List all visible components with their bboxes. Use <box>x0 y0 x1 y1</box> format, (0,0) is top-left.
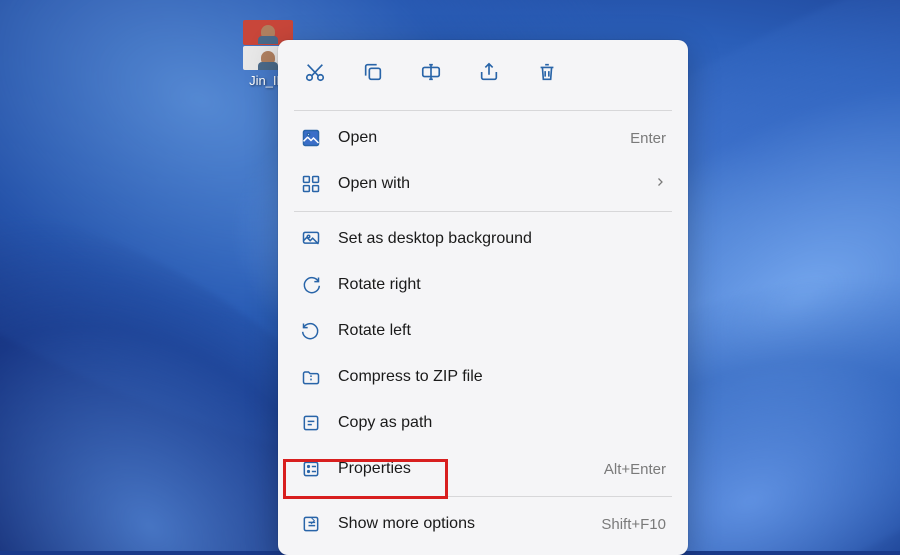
menu-item-properties[interactable]: Properties Alt+Enter <box>286 446 680 492</box>
menu-item-hint: Enter <box>630 130 666 147</box>
share-icon <box>478 61 500 88</box>
share-button[interactable] <box>464 52 514 96</box>
menu-item-label: Set as desktop background <box>338 230 666 248</box>
delete-button[interactable] <box>522 52 572 96</box>
menu-item-label: Rotate left <box>338 322 666 340</box>
rotate-right-icon <box>300 274 322 296</box>
open-with-icon <box>300 173 322 195</box>
menu-item-label: Open with <box>338 175 654 193</box>
copy-button[interactable] <box>348 52 398 96</box>
rename-button[interactable] <box>406 52 456 96</box>
menu-item-label: Rotate right <box>338 276 666 294</box>
open-image-icon <box>300 127 322 149</box>
menu-item-set-background[interactable]: Set as desktop background <box>286 216 680 262</box>
menu-separator <box>294 110 672 111</box>
set-background-icon <box>300 228 322 250</box>
menu-item-label: Show more options <box>338 515 601 533</box>
menu-separator <box>294 211 672 212</box>
menu-item-open-with[interactable]: Open with <box>286 161 680 207</box>
copy-icon <box>362 61 384 88</box>
chevron-right-icon <box>654 175 666 193</box>
context-menu: Open Enter Open with Set as desktop back… <box>278 40 688 555</box>
menu-item-rotate-left[interactable]: Rotate left <box>286 308 680 354</box>
menu-item-compress[interactable]: Compress to ZIP file <box>286 354 680 400</box>
menu-item-hint: Shift+F10 <box>601 516 666 533</box>
context-menu-toolbar <box>286 48 680 106</box>
menu-item-label: Compress to ZIP file <box>338 368 666 386</box>
menu-item-copy-path[interactable]: Copy as path <box>286 400 680 446</box>
menu-item-open[interactable]: Open Enter <box>286 115 680 161</box>
compress-icon <box>300 366 322 388</box>
menu-item-label: Open <box>338 129 630 147</box>
rename-icon <box>420 61 442 88</box>
rotate-left-icon <box>300 320 322 342</box>
more-options-icon <box>300 513 322 535</box>
cut-button[interactable] <box>290 52 340 96</box>
menu-item-hint: Alt+Enter <box>604 461 666 478</box>
menu-separator <box>294 496 672 497</box>
menu-item-more-options[interactable]: Show more options Shift+F10 <box>286 501 680 547</box>
copy-path-icon <box>300 412 322 434</box>
menu-item-label: Copy as path <box>338 414 666 432</box>
delete-icon <box>536 61 558 88</box>
menu-item-label: Properties <box>338 460 604 478</box>
menu-item-rotate-right[interactable]: Rotate right <box>286 262 680 308</box>
properties-icon <box>300 458 322 480</box>
cut-icon <box>304 61 326 88</box>
